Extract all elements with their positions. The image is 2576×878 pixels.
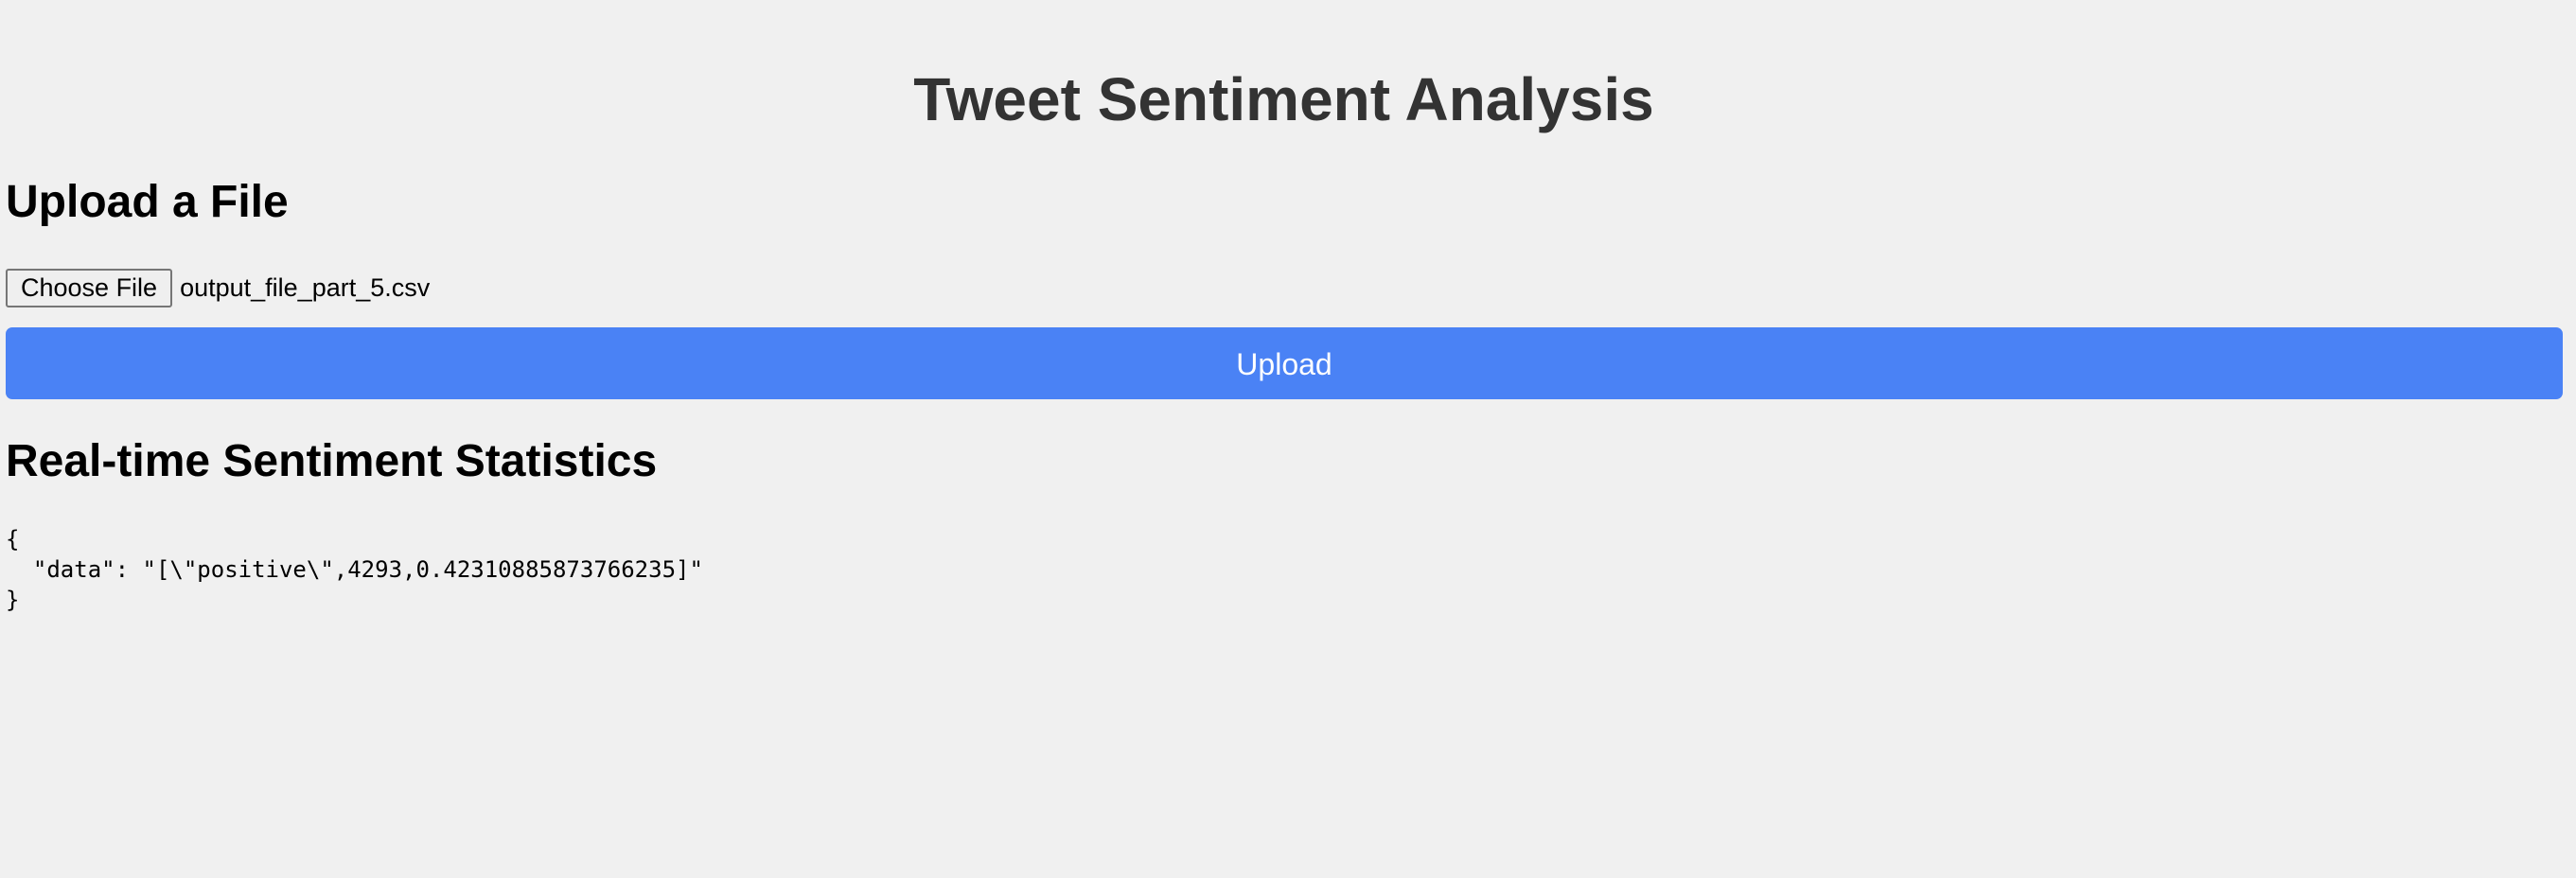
- upload-heading: Upload a File: [6, 177, 289, 227]
- stats-heading: Real-time Sentiment Statistics: [6, 436, 658, 486]
- choose-file-button[interactable]: Choose File: [6, 268, 173, 307]
- selected-file-name: output_file_part_5.csv: [180, 272, 431, 302]
- upload-button[interactable]: Upload: [6, 327, 2563, 399]
- file-input[interactable]: Choose File output_file_part_5.csv: [6, 268, 430, 307]
- page-title: Tweet Sentiment Analysis: [913, 65, 1654, 133]
- stats-output: { "data": "[\"positive\",4293,0.42310885…: [6, 526, 703, 613]
